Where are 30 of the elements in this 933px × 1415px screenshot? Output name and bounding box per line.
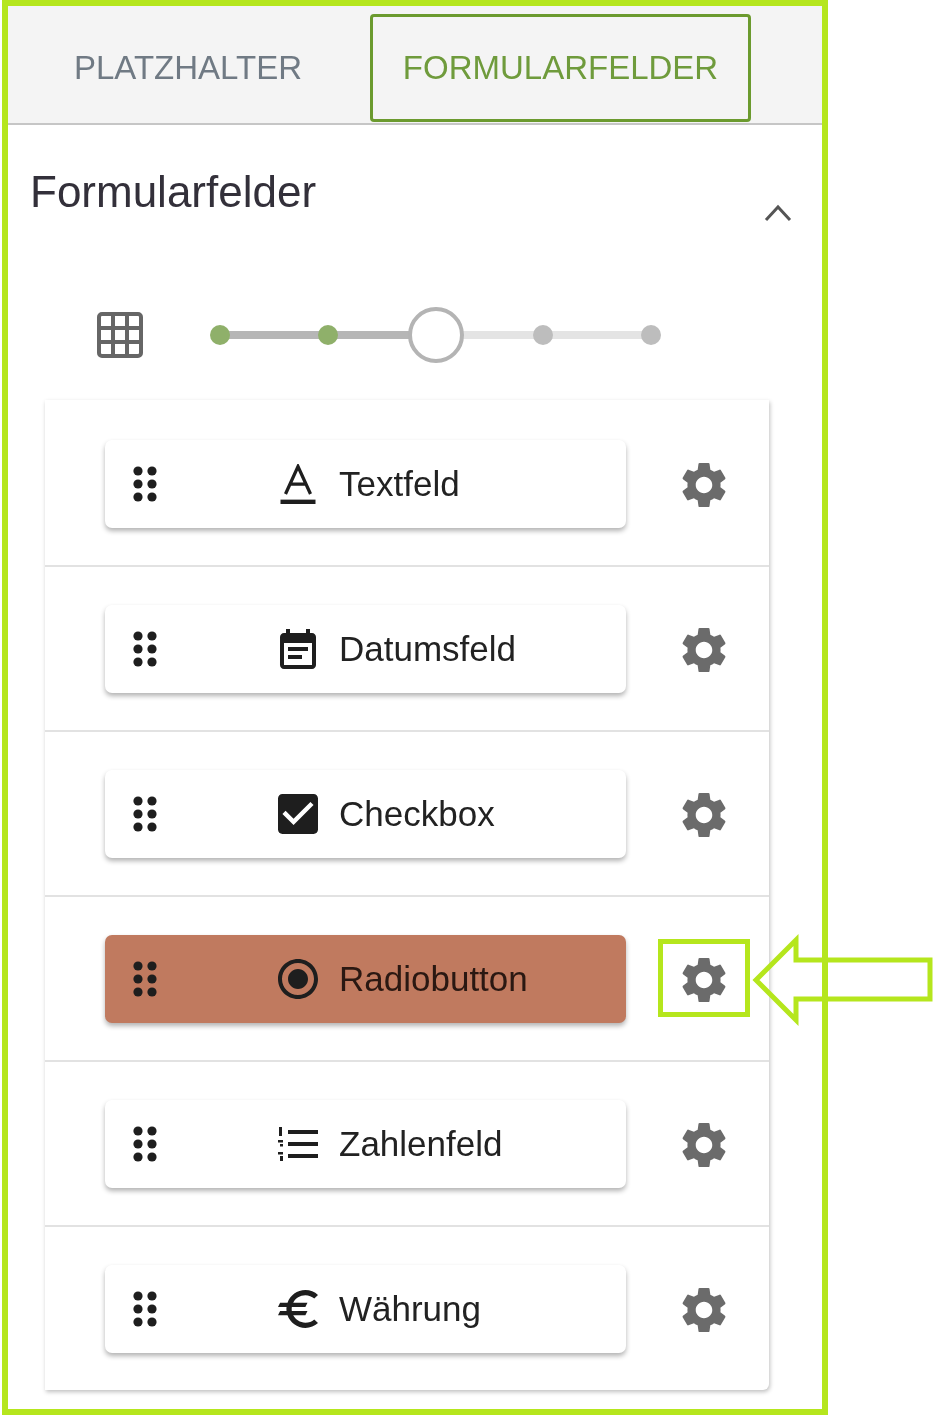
step-dot-icon[interactable] — [317, 325, 338, 345]
grid-icon — [97, 312, 143, 358]
field-item[interactable]: Datumsfeld — [105, 604, 626, 693]
euro-icon — [278, 1288, 318, 1329]
step-dot-icon[interactable] — [641, 325, 661, 345]
field-item[interactable]: Checkbox — [105, 769, 626, 858]
drag-handle-icon[interactable] — [133, 795, 157, 832]
drag-handle-icon[interactable] — [133, 465, 157, 502]
settings-icon[interactable] — [682, 791, 726, 838]
field-item[interactable]: Textfeld — [105, 439, 626, 528]
settings-icon[interactable] — [682, 626, 726, 673]
settings-icon[interactable] — [682, 956, 726, 1003]
drag-handle-icon[interactable] — [133, 1290, 157, 1327]
settings-icon[interactable] — [682, 1121, 726, 1168]
radio-button-icon — [278, 958, 318, 999]
chevron-up-icon[interactable] — [764, 204, 792, 222]
drag-handle-icon[interactable] — [133, 960, 157, 997]
drag-handle-icon[interactable] — [133, 630, 157, 667]
text-format-icon — [278, 463, 318, 504]
step-dot-icon[interactable] — [533, 325, 554, 345]
step-dot-icon[interactable] — [210, 325, 230, 345]
field-item[interactable]: Zahlenfeld — [105, 1099, 626, 1188]
checked-box-icon — [278, 793, 318, 834]
field-item[interactable]: Währung — [105, 1264, 626, 1353]
section-title: Formularfelder — [30, 166, 317, 218]
field-item[interactable]: Radiobutton — [105, 934, 626, 1023]
calendar-icon — [278, 628, 318, 669]
settings-icon[interactable] — [682, 461, 726, 508]
settings-icon[interactable] — [682, 1286, 726, 1333]
drag-handle-icon[interactable] — [133, 1125, 157, 1162]
